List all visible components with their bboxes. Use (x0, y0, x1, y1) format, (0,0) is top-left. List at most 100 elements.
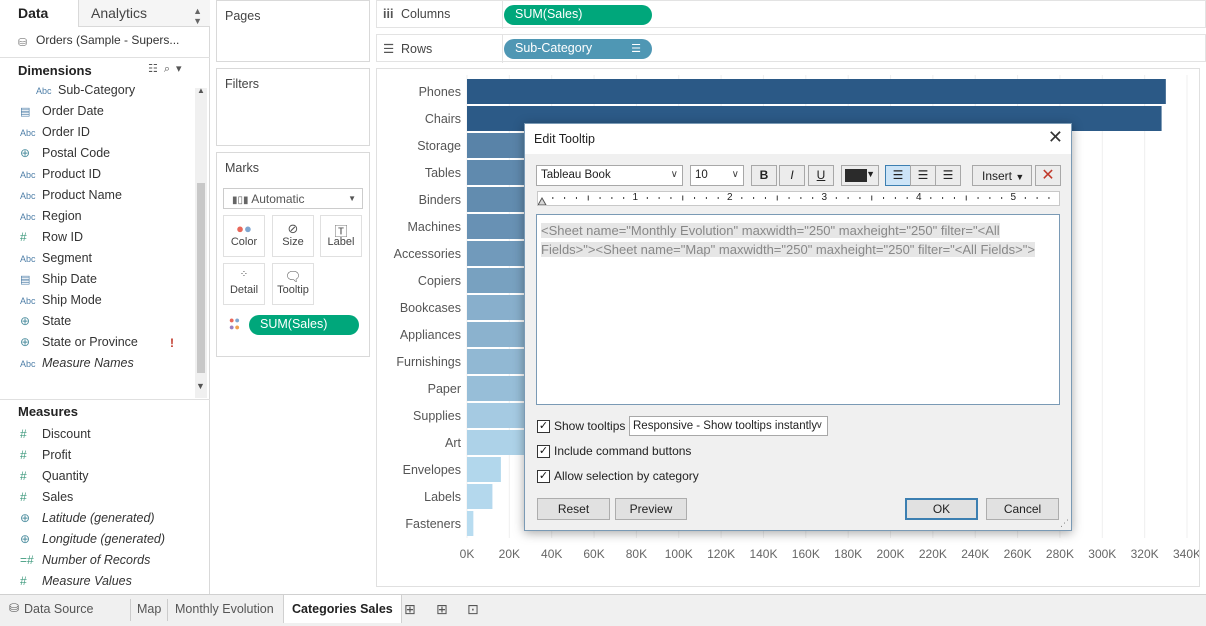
include-command-buttons-checkbox[interactable]: ✓ (537, 445, 550, 458)
sort-descending-icon[interactable]: ☰ (631, 42, 641, 55)
resize-grip-icon[interactable]: ⋰ (1060, 518, 1069, 529)
x-tick-label: 120K (707, 547, 735, 561)
tab-map[interactable]: Map (137, 595, 161, 623)
dimension-field[interactable]: ▤ Order Date (20, 104, 192, 125)
bold-button[interactable]: B (751, 165, 777, 186)
category-label[interactable]: Tables (425, 166, 461, 180)
dimension-field[interactable]: Abc Measure Names (20, 356, 192, 377)
category-label[interactable]: Supplies (413, 409, 461, 423)
italic-button[interactable]: I (779, 165, 805, 186)
tooltip-button[interactable]: 🗨 Tooltip (272, 263, 314, 305)
datasource-item[interactable]: ⛁ Orders (Sample - Supers... (18, 33, 179, 50)
dimension-field[interactable]: ⊕ Postal Code (20, 146, 192, 167)
dimension-field[interactable]: Abc Order ID (20, 125, 192, 146)
category-label[interactable]: Art (445, 436, 462, 450)
measure-field[interactable]: # Discount (20, 427, 192, 448)
reset-button[interactable]: Reset (537, 498, 610, 520)
tooltip-mode-select[interactable]: Responsive - Show tooltips instantly ∨ (629, 416, 828, 436)
category-label[interactable]: Copiers (418, 274, 461, 288)
dimension-field[interactable]: Abc Sub-Category (36, 83, 208, 104)
measure-field[interactable]: =# Number of Records (20, 553, 192, 574)
tab-monthly-evolution[interactable]: Monthly Evolution (175, 595, 274, 623)
measure-field[interactable]: # Sales (20, 490, 192, 511)
category-label[interactable]: Phones (419, 85, 461, 99)
filters-card[interactable]: Filters (216, 68, 370, 146)
category-label[interactable]: Paper (428, 382, 461, 396)
tab-data[interactable]: Data (0, 0, 78, 27)
chevron-down-icon[interactable]: ▾ (176, 63, 188, 75)
category-label[interactable]: Labels (424, 490, 461, 504)
category-label[interactable]: Fasteners (405, 517, 461, 531)
clear-formatting-button[interactable]: ✕ (1035, 165, 1061, 186)
category-label[interactable]: Storage (417, 139, 461, 153)
marks-pill-sum-sales[interactable]: SUM(Sales) (249, 315, 359, 335)
bar-envelopes[interactable] (467, 457, 501, 482)
allow-selection-checkbox[interactable]: ✓ (537, 470, 550, 483)
dimension-field[interactable]: ⊕ State (20, 314, 192, 335)
new-worksheet-icon[interactable]: ⊞ (404, 601, 416, 618)
size-button[interactable]: ⊘ Size (272, 215, 314, 257)
measure-field[interactable]: ⊕ Longitude (generated) (20, 532, 192, 553)
preview-button[interactable]: Preview (615, 498, 687, 520)
tab-data-source[interactable]: Data Source (24, 595, 93, 623)
bar-fasteners[interactable] (467, 511, 474, 536)
dimension-scrollbar[interactable]: ▲ ▼ (195, 86, 207, 398)
measure-field[interactable]: ⊕ Latitude (generated) (20, 511, 192, 532)
scroll-up-icon[interactable]: ▲ (197, 86, 205, 95)
category-label[interactable]: Accessories (394, 247, 461, 261)
text-color-button[interactable]: ▼ (841, 165, 879, 186)
measure-field[interactable]: # Profit (20, 448, 192, 469)
bar-art[interactable] (467, 430, 525, 455)
dimension-field[interactable]: Abc Region (20, 209, 192, 230)
underline-button[interactable]: U (808, 165, 834, 186)
allow-selection-label: Allow selection by category (554, 469, 699, 483)
measure-field[interactable]: # Measure Values (20, 574, 192, 595)
dimension-field[interactable]: ▤ Ship Date (20, 272, 192, 293)
dimension-field[interactable]: Abc Product ID (20, 167, 192, 188)
label-button[interactable]: 🅃 Label (320, 215, 362, 257)
new-dashboard-icon[interactable]: ⊞ (436, 601, 448, 618)
ruler[interactable]: 1 2 3 4 5 (537, 191, 1060, 206)
pages-card[interactable]: Pages (216, 0, 370, 62)
columns-pill-sum-sales[interactable]: SUM(Sales) (504, 5, 652, 25)
sort-arrows-icon[interactable]: ▲ ▼ (193, 6, 202, 26)
measure-field[interactable]: # Quantity (20, 469, 192, 490)
category-label[interactable]: Appliances (400, 328, 461, 342)
tab-categories-sales[interactable]: Categories Sales (283, 595, 402, 623)
dimension-field[interactable]: # Row ID (20, 230, 192, 251)
dimension-field[interactable]: Abc Product Name (20, 188, 192, 209)
align-center-button[interactable]: ☰ (910, 165, 936, 186)
mark-type-select[interactable]: ▮▯▮ Automatic ▼ (223, 188, 363, 209)
close-icon[interactable]: ✕ (1048, 127, 1063, 148)
scroll-thumb[interactable] (197, 183, 205, 373)
category-label[interactable]: Chairs (425, 112, 461, 126)
new-story-icon[interactable]: ⊡ (467, 601, 479, 618)
rows-pill-sub-category[interactable]: Sub-Category ☰ (504, 39, 652, 59)
dimension-field[interactable]: Abc Ship Mode (20, 293, 192, 314)
category-label[interactable]: Bookcases (400, 301, 461, 315)
dimension-field[interactable]: Abc Segment (20, 251, 192, 272)
tooltip-editor[interactable]: <Sheet name="Monthly Evolution" maxwidth… (536, 214, 1060, 405)
tab-analytics[interactable]: Analytics ▲ ▼ (78, 0, 210, 27)
bar-phones[interactable] (467, 79, 1166, 104)
ok-button[interactable]: OK (905, 498, 978, 520)
list-view-icon[interactable]: ☷ (148, 63, 164, 75)
dimension-field[interactable]: ⊕ State or Province (20, 335, 192, 356)
indent-marker[interactable] (537, 196, 547, 206)
align-left-button[interactable]: ☰ (885, 165, 911, 186)
show-tooltips-checkbox[interactable]: ✓ (537, 420, 550, 433)
category-label[interactable]: Machines (408, 220, 462, 234)
align-right-button[interactable]: ☰ (935, 165, 961, 186)
color-button[interactable]: ●● Color (223, 215, 265, 257)
detail-button[interactable]: ⁘ Detail (223, 263, 265, 305)
insert-button[interactable]: Insert ▼ (972, 165, 1032, 186)
font-size-select[interactable]: 10 ∨ (690, 165, 744, 186)
category-label[interactable]: Envelopes (403, 463, 461, 477)
category-label[interactable]: Binders (419, 193, 461, 207)
font-select[interactable]: Tableau Book ∨ (536, 165, 683, 186)
category-label[interactable]: Furnishings (396, 355, 461, 369)
bar-labels[interactable] (467, 484, 493, 509)
scroll-down-icon[interactable]: ▼ (196, 381, 205, 391)
cancel-button[interactable]: Cancel (986, 498, 1059, 520)
search-icon[interactable]: ⌕ (164, 63, 176, 75)
